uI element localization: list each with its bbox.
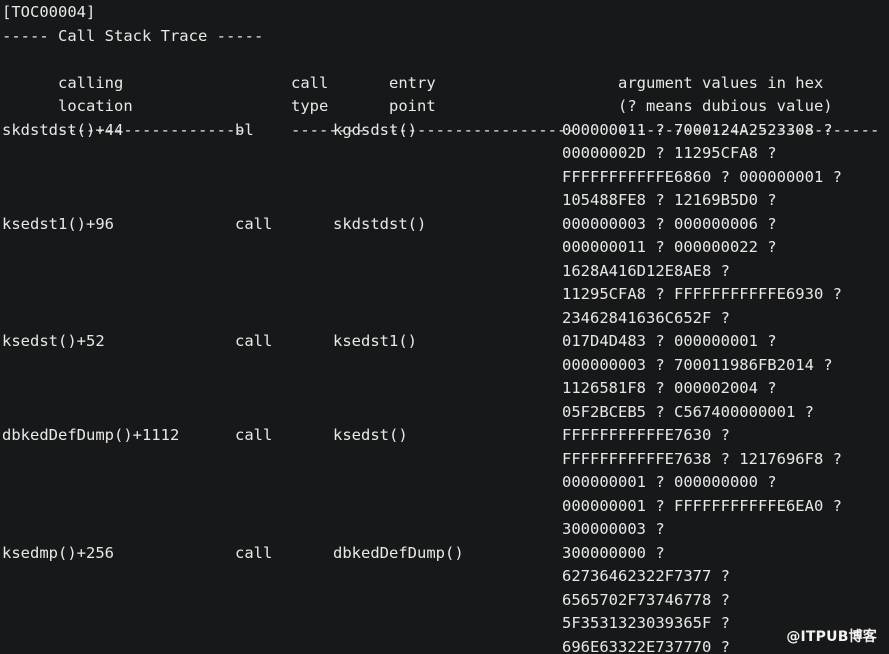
header-location: location — [58, 97, 133, 115]
header-entry: entry — [389, 73, 436, 92]
stack-frame-row: 23462841636C652F ? — [2, 307, 889, 331]
frame-argument-values: 000000003 ? 000000006 ? — [562, 214, 777, 233]
frame-argument-values: 05F2BCEB5 ? C567400000001 ? — [562, 402, 814, 421]
frame-argument-values: 11295CFA8 ? FFFFFFFFFFFE6930 ? — [562, 285, 842, 303]
frame-calling-location: ksedst1()+96 — [2, 214, 114, 233]
stack-frame-row: 5F3531323039365F ? — [2, 612, 889, 636]
header-point: point — [389, 97, 436, 115]
stack-frame-row: 000000011 ? 000000022 ? — [2, 236, 889, 260]
frame-entry-point: kgdsdst() — [333, 120, 417, 139]
frame-argument-values: 300000003 ? — [562, 520, 665, 538]
header-type: type — [291, 97, 329, 115]
header-dubious-note: (? means dubious value) — [618, 97, 833, 115]
frame-argument-values: FFFFFFFFFFFE7630 ? — [562, 426, 730, 444]
frame-call-type: bl — [235, 120, 254, 139]
stack-frame-list: skdstdst()+44 bl kgdsdst() 000000011 ? 7000… — [2, 119, 889, 654]
stack-frame-row: 000000003 ? 700011986FB2014 ? — [2, 354, 889, 378]
frame-entry-point: dbkedDefDump() — [333, 543, 464, 562]
frame-argument-values: 300000000 ? — [562, 543, 665, 562]
frame-argument-values: 000000011 ? 000000022 ? — [562, 238, 777, 256]
section-title: ----- Call Stack Trace ----- — [2, 26, 264, 45]
frame-argument-values: 6565702F73746778 ? — [562, 590, 730, 609]
frame-entry-point: ksedst() — [333, 426, 408, 444]
stack-frame-row: 11295CFA8 ? FFFFFFFFFFFE6930 ? — [2, 283, 889, 307]
stack-frame-row: 62736462322F7377 ? — [2, 565, 889, 589]
frame-argument-values: 017D4D483 ? 000000001 ? — [562, 332, 777, 350]
frame-entry-point: skdstdst() — [333, 214, 427, 233]
toc-tag: [TOC00004] — [2, 3, 96, 21]
stack-frame-row: 000000001 ? 000000000 ? — [2, 471, 889, 495]
header-arguments: argument values in hex — [618, 73, 824, 92]
header-row-1: calling call entry argument values in hex — [2, 48, 889, 92]
stack-frame-row: 00000002D ? 11295CFA8 ? — [2, 142, 889, 166]
frame-calling-location: skdstdst()+44 — [2, 120, 124, 139]
stack-frame-row: 1126581F8 ? 000002004 ? — [2, 377, 889, 401]
frame-calling-location: ksedmp()+256 — [2, 543, 114, 562]
stack-frame-row: FFFFFFFFFFFE6860 ? 000000001 ? — [2, 166, 889, 190]
stack-frame-row: dbkedDefDump()+1112 call ksedst() FFFFFFFFF… — [2, 424, 889, 448]
header-call: call — [291, 73, 329, 92]
frame-call-type: call — [235, 426, 273, 444]
stack-frame-row: 05F2BCEB5 ? C567400000001 ? — [2, 401, 889, 425]
frame-call-type: call — [235, 543, 273, 562]
stack-frame-row: 105488FE8 ? 12169B5D0 ? — [2, 189, 889, 213]
frame-argument-values: 1126581F8 ? 000002004 ? — [562, 379, 777, 397]
frame-argument-values: FFFFFFFFFFFE7638 ? 1217696F8 ? — [562, 449, 842, 468]
stack-frame-row: ksedst()+52 call ksedst1() 017D4D483 ? 0000… — [2, 330, 889, 354]
stack-frame-row: 000000001 ? FFFFFFFFFFFE6EA0 ? — [2, 495, 889, 519]
frame-argument-values: 00000002D ? 11295CFA8 ? — [562, 144, 777, 162]
stack-frame-row: 300000003 ? — [2, 518, 889, 542]
header-calling: calling — [58, 73, 124, 92]
frame-call-type: call — [235, 332, 273, 350]
frame-argument-values: 23462841636C652F ? — [562, 308, 730, 327]
frame-calling-location: dbkedDefDump()+1112 — [2, 426, 180, 444]
frame-calling-location: ksedst()+52 — [2, 332, 105, 350]
frame-argument-values: 000000001 ? FFFFFFFFFFFE6EA0 ? — [562, 496, 842, 515]
trace-output: [TOC00004] ----- Call Stack Trace ----- … — [2, 1, 889, 654]
frame-argument-values: 000000001 ? 000000000 ? — [562, 473, 777, 491]
frame-argument-values: 000000011 ? 7000124A2523308 ? — [562, 120, 833, 139]
frame-argument-values: 62736462322F7377 ? — [562, 567, 730, 585]
frame-argument-values: 105488FE8 ? 12169B5D0 ? — [562, 191, 777, 209]
frame-call-type: call — [235, 214, 273, 233]
frame-entry-point: ksedst1() — [333, 332, 417, 350]
stack-frame-row: 6565702F73746778 ? — [2, 589, 889, 613]
stack-frame-row: FFFFFFFFFFFE7638 ? 1217696F8 ? — [2, 448, 889, 472]
stack-frame-row: ksedst1()+96 call skdstdst() 000000003 ? 00… — [2, 213, 889, 237]
frame-argument-values: 000000003 ? 700011986FB2014 ? — [562, 355, 833, 374]
stack-frame-row: 696E63322E737770 ? — [2, 636, 889, 654]
stack-frame-row: skdstdst()+44 bl kgdsdst() 000000011 ? 7000… — [2, 119, 889, 143]
terminal-window: [TOC00004] ----- Call Stack Trace ----- … — [0, 0, 889, 654]
frame-argument-values: 1628A416D12E8AE8 ? — [562, 261, 730, 280]
watermark: @ITPUB博客 — [786, 629, 877, 645]
stack-frame-row: 1628A416D12E8AE8 ? — [2, 260, 889, 284]
stack-frame-row: ksedmp()+256 call dbkedDefDump() 300000000 … — [2, 542, 889, 566]
frame-argument-values: FFFFFFFFFFFE6860 ? 000000001 ? — [562, 167, 842, 186]
